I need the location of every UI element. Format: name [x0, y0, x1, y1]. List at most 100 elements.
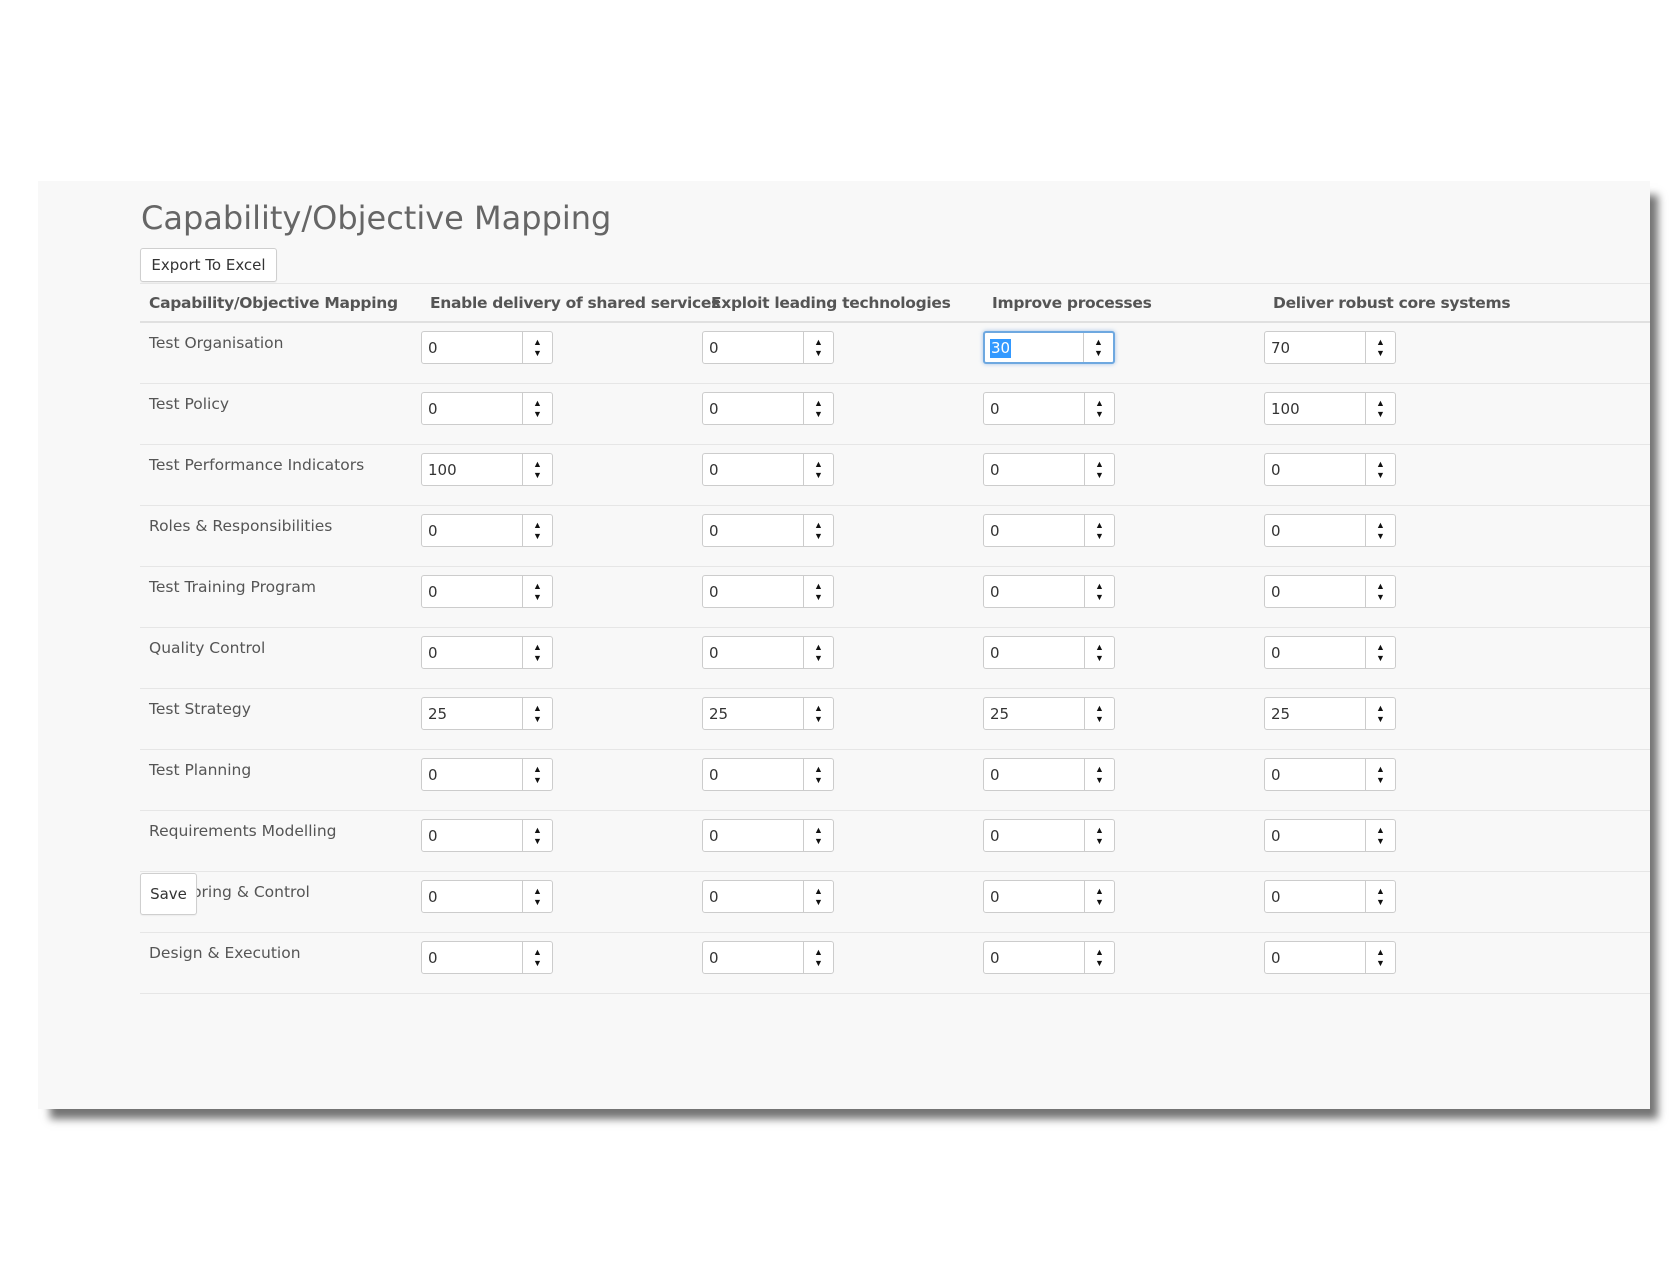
weight-input[interactable]: [984, 454, 1084, 485]
triangle-down-icon[interactable]: ▼: [523, 470, 552, 486]
weight-stepper[interactable]: ▲▼: [702, 453, 834, 486]
weight-stepper[interactable]: ▲▼: [702, 941, 834, 974]
triangle-down-icon[interactable]: ▼: [804, 897, 833, 913]
weight-input[interactable]: [1265, 881, 1365, 912]
triangle-down-icon[interactable]: ▼: [1366, 531, 1395, 547]
triangle-down-icon[interactable]: ▼: [804, 409, 833, 425]
triangle-up-icon[interactable]: ▲: [1085, 698, 1114, 714]
triangle-up-icon[interactable]: ▲: [804, 942, 833, 958]
triangle-down-icon[interactable]: ▼: [523, 531, 552, 547]
weight-input[interactable]: [703, 820, 803, 851]
triangle-down-icon[interactable]: ▼: [1085, 653, 1114, 669]
triangle-up-icon[interactable]: ▲: [1085, 942, 1114, 958]
weight-input[interactable]: [1265, 942, 1365, 973]
weight-stepper[interactable]: ▲▼: [1264, 392, 1396, 425]
triangle-up-icon[interactable]: ▲: [1366, 454, 1395, 470]
triangle-down-icon[interactable]: ▼: [523, 897, 552, 913]
weight-stepper[interactable]: ▲▼: [983, 636, 1115, 669]
weight-stepper[interactable]: ▲▼: [983, 697, 1115, 730]
triangle-down-icon[interactable]: ▼: [1085, 409, 1114, 425]
weight-stepper[interactable]: ▲▼: [702, 575, 834, 608]
weight-stepper[interactable]: 30 ▲ ▼: [983, 331, 1115, 364]
triangle-down-icon[interactable]: ▼: [1085, 531, 1114, 547]
triangle-down-icon[interactable]: ▼: [1366, 775, 1395, 791]
weight-input[interactable]: [984, 942, 1084, 973]
triangle-up-icon[interactable]: ▲: [1084, 333, 1113, 348]
weight-input[interactable]: [703, 393, 803, 424]
triangle-up-icon[interactable]: ▲: [804, 637, 833, 653]
triangle-up-icon[interactable]: ▲: [523, 332, 552, 348]
weight-input[interactable]: [703, 942, 803, 973]
weight-stepper[interactable]: ▲▼: [421, 575, 553, 608]
triangle-down-icon[interactable]: ▼: [804, 958, 833, 974]
triangle-up-icon[interactable]: ▲: [1085, 820, 1114, 836]
triangle-up-icon[interactable]: ▲: [1366, 759, 1395, 775]
weight-stepper[interactable]: ▲▼: [421, 941, 553, 974]
triangle-up-icon[interactable]: ▲: [804, 454, 833, 470]
triangle-up-icon[interactable]: ▲: [523, 515, 552, 531]
triangle-down-icon[interactable]: ▼: [804, 348, 833, 364]
weight-stepper[interactable]: ▲▼: [421, 758, 553, 791]
weight-input[interactable]: [984, 515, 1084, 546]
weight-stepper[interactable]: ▲▼: [702, 880, 834, 913]
triangle-down-icon[interactable]: ▼: [804, 714, 833, 730]
weight-input[interactable]: [984, 698, 1084, 729]
export-to-excel-button[interactable]: Export To Excel: [140, 248, 277, 282]
weight-input[interactable]: [703, 332, 803, 363]
weight-input[interactable]: [1265, 576, 1365, 607]
weight-input[interactable]: [422, 454, 522, 485]
weight-stepper[interactable]: ▲▼: [421, 697, 553, 730]
weight-stepper[interactable]: ▲▼: [1264, 697, 1396, 730]
triangle-up-icon[interactable]: ▲: [1366, 332, 1395, 348]
weight-input[interactable]: [1265, 759, 1365, 790]
weight-input[interactable]: [1265, 393, 1365, 424]
triangle-down-icon[interactable]: ▼: [804, 531, 833, 547]
weight-input[interactable]: [1265, 515, 1365, 546]
triangle-down-icon[interactable]: ▼: [1366, 958, 1395, 974]
weight-stepper[interactable]: ▲▼: [1264, 880, 1396, 913]
triangle-down-icon[interactable]: ▼: [1084, 348, 1113, 363]
weight-stepper[interactable]: ▲▼: [1264, 331, 1396, 364]
weight-stepper[interactable]: ▲▼: [983, 514, 1115, 547]
triangle-up-icon[interactable]: ▲: [523, 576, 552, 592]
weight-stepper[interactable]: ▲▼: [983, 758, 1115, 791]
triangle-up-icon[interactable]: ▲: [804, 698, 833, 714]
weight-input[interactable]: [703, 759, 803, 790]
weight-stepper[interactable]: ▲▼: [983, 819, 1115, 852]
weight-input[interactable]: [703, 698, 803, 729]
weight-stepper[interactable]: ▲▼: [421, 392, 553, 425]
triangle-down-icon[interactable]: ▼: [1366, 409, 1395, 425]
triangle-down-icon[interactable]: ▼: [523, 653, 552, 669]
triangle-up-icon[interactable]: ▲: [1085, 881, 1114, 897]
triangle-up-icon[interactable]: ▲: [1366, 820, 1395, 836]
triangle-up-icon[interactable]: ▲: [1085, 576, 1114, 592]
triangle-up-icon[interactable]: ▲: [804, 515, 833, 531]
weight-stepper[interactable]: ▲▼: [1264, 575, 1396, 608]
weight-stepper[interactable]: ▲▼: [983, 453, 1115, 486]
weight-stepper[interactable]: ▲▼: [421, 331, 553, 364]
weight-input[interactable]: [422, 576, 522, 607]
triangle-up-icon[interactable]: ▲: [523, 820, 552, 836]
weight-stepper[interactable]: ▲▼: [421, 636, 553, 669]
triangle-up-icon[interactable]: ▲: [523, 759, 552, 775]
weight-stepper[interactable]: ▲▼: [983, 392, 1115, 425]
weight-input[interactable]: [703, 881, 803, 912]
save-button[interactable]: Save: [140, 873, 197, 915]
weight-stepper[interactable]: ▲▼: [702, 697, 834, 730]
weight-input[interactable]: [422, 698, 522, 729]
weight-input[interactable]: [984, 820, 1084, 851]
triangle-up-icon[interactable]: ▲: [804, 576, 833, 592]
weight-stepper[interactable]: ▲▼: [421, 514, 553, 547]
triangle-up-icon[interactable]: ▲: [1085, 454, 1114, 470]
triangle-up-icon[interactable]: ▲: [523, 393, 552, 409]
triangle-up-icon[interactable]: ▲: [1366, 881, 1395, 897]
triangle-down-icon[interactable]: ▼: [1366, 714, 1395, 730]
weight-input[interactable]: [422, 637, 522, 668]
weight-stepper[interactable]: ▲▼: [1264, 941, 1396, 974]
triangle-up-icon[interactable]: ▲: [523, 881, 552, 897]
weight-stepper[interactable]: ▲▼: [1264, 819, 1396, 852]
triangle-down-icon[interactable]: ▼: [1366, 897, 1395, 913]
weight-stepper[interactable]: ▲▼: [702, 819, 834, 852]
triangle-down-icon[interactable]: ▼: [523, 836, 552, 852]
triangle-down-icon[interactable]: ▼: [1366, 592, 1395, 608]
